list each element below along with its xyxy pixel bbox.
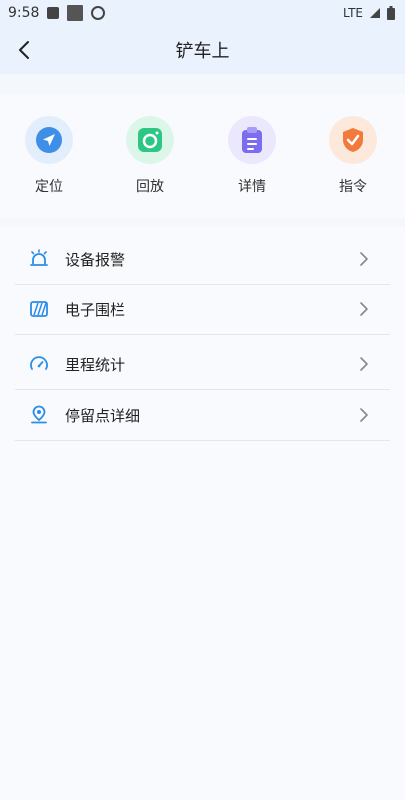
chevron-right-icon: [356, 356, 372, 372]
shortcut-label: 详情: [238, 179, 266, 195]
menu-item-label: 电子围栏: [65, 300, 126, 319]
details-icon-wrap: [228, 116, 276, 164]
menu-list: 设备报警 电子围栏 里程统计 停留点详细: [0, 226, 405, 800]
alarm-bell-icon: [27, 247, 51, 271]
chevron-right-icon: [356, 407, 372, 423]
status-time: 9:58: [8, 5, 40, 21]
notification-square-icon: [67, 5, 84, 21]
shortcut-playback[interactable]: 回放: [115, 116, 185, 196]
notification-sync-icon: [91, 6, 106, 20]
menu-item-geofence[interactable]: 电子围栏: [15, 284, 390, 335]
shortcut-label: 指令: [339, 179, 367, 195]
back-button[interactable]: [10, 36, 38, 64]
command-icon-wrap: [329, 116, 377, 164]
clipboard-icon: [242, 127, 262, 153]
chevron-left-icon: [19, 41, 29, 59]
speedometer-icon: [27, 352, 51, 376]
navigation-arrow-icon: [36, 127, 62, 153]
fence-icon: [27, 297, 51, 321]
shortcut-label: 定位: [35, 179, 63, 195]
signal-icon: [370, 8, 380, 18]
network-type: LTE: [343, 6, 363, 20]
status-bar: 9:58 LTE: [0, 0, 405, 26]
shortcut-label: 回放: [136, 179, 164, 195]
menu-item-label: 里程统计: [65, 355, 126, 374]
menu-item-label: 停留点详细: [65, 406, 141, 425]
header: 铲车上: [0, 26, 405, 74]
menu-item-mileage-stats[interactable]: 里程统计: [15, 339, 390, 390]
shortcut-command[interactable]: 指令: [318, 116, 388, 196]
page-title: 铲车上: [175, 41, 230, 62]
camera-icon: [138, 128, 162, 152]
location-pin-icon: [27, 403, 51, 427]
shortcut-locate[interactable]: 定位: [14, 116, 84, 196]
chevron-right-icon: [356, 301, 372, 317]
chevron-right-icon: [356, 251, 372, 267]
status-left: 9:58: [8, 5, 106, 21]
locate-icon-wrap: [25, 116, 73, 164]
menu-item-label: 设备报警: [65, 250, 126, 269]
playback-icon-wrap: [126, 116, 174, 164]
battery-icon: [387, 6, 395, 20]
menu-item-stop-points[interactable]: 停留点详细: [15, 390, 390, 441]
shortcut-details[interactable]: 详情: [217, 116, 287, 196]
status-right: LTE: [343, 6, 395, 20]
menu-item-device-alarm[interactable]: 设备报警: [15, 234, 390, 285]
shortcut-panel: 定位 回放 详情 指令: [0, 94, 405, 218]
notification-a-icon: [47, 7, 60, 19]
shield-check-icon: [343, 128, 363, 152]
